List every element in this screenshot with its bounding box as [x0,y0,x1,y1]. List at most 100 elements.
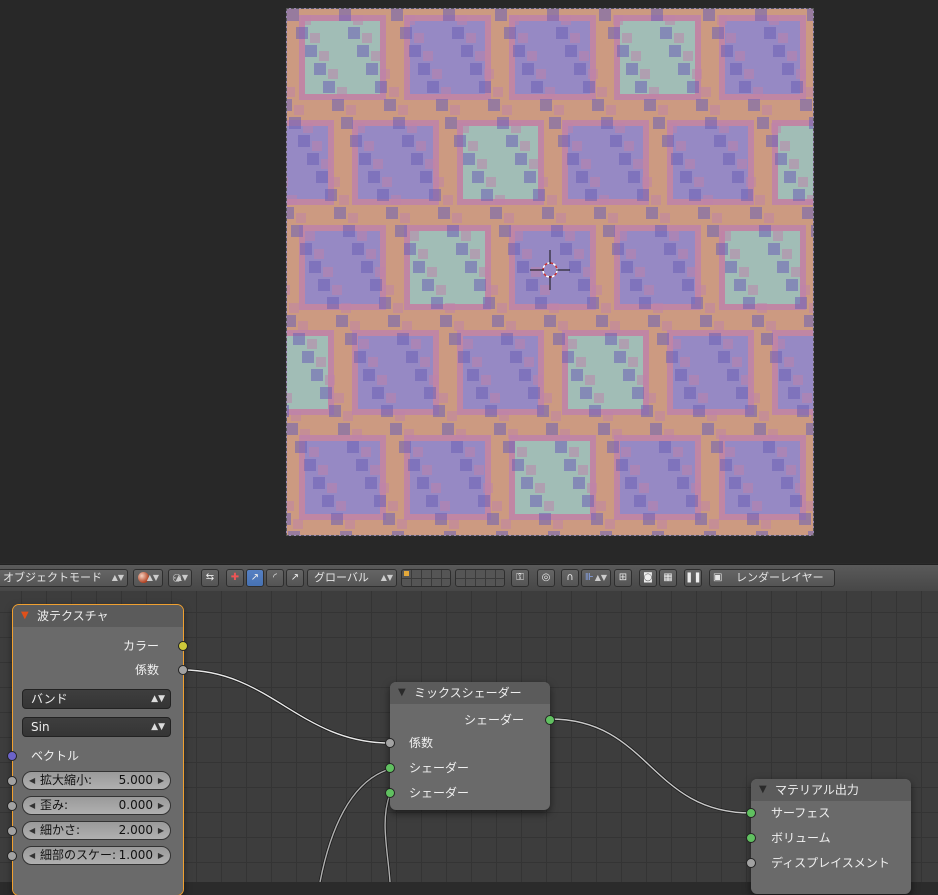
updown-icon: ▲▼ [146,573,159,582]
decrement-arrow-icon[interactable]: ◀ [29,772,35,789]
input-vector-socket[interactable] [7,751,17,761]
3d-cursor-icon[interactable] [530,250,570,290]
mix-input-shader1-label: シェーダー [409,761,470,775]
scale-label: 拡大縮小: [40,773,93,787]
translate-icon[interactable]: ↗ [246,569,264,587]
updown-icon: ▲▼ [111,573,124,582]
scale-field[interactable]: ◀ 拡大縮小: 5.000 ▶ [22,771,171,790]
input-detail-scale-socket[interactable] [7,851,17,861]
mode-selector[interactable]: オブジェクトモード ▲▼ [0,569,128,587]
mix-input-shader2-label: シェーダー [409,786,470,800]
decrement-arrow-icon[interactable]: ◀ [29,847,35,864]
collapse-triangle-icon[interactable]: ▼ [398,682,406,704]
link-mix-to-surface [549,718,752,814]
surface-label: サーフェス [771,806,831,820]
snap-target-icon[interactable]: ⊞ [614,569,632,587]
detail-scale-field[interactable]: ◀ 細部のスケー: 1.000 ▶ [22,846,171,865]
detail-field[interactable]: ◀ 細かさ: 2.000 ▶ [22,821,171,840]
orientation-selector[interactable]: グローバル ▲▼ [307,569,397,587]
3d-viewport[interactable] [0,0,938,563]
increment-arrow-icon[interactable]: ▶ [158,822,164,839]
wave-texture-title: 波テクスチャ [37,609,109,623]
output-color-label: カラー [122,639,159,653]
wave-texture-node[interactable]: ▼ 波テクスチャ カラー 係数 バンド ▲▼ Sin ▲▼ ベクトル ◀ 拡大縮… [7,604,188,895]
detail-scale-value: 1.000 [118,848,153,862]
transform-widget-icon[interactable]: ✚ [226,569,244,587]
output-color-socket[interactable] [178,641,188,651]
wave-type-value: バンド [31,692,68,706]
displacement-label: ディスプレイスメント [771,856,890,870]
input-scale-socket[interactable] [7,776,17,786]
updown-icon: ▲▼ [151,694,165,704]
mix-input-shader2-socket[interactable] [385,788,395,798]
material-output-node[interactable]: ▼ マテリアル出力 サーフェス ボリューム ディスプレイスメント [746,779,911,894]
scale-icon[interactable]: ↗ [286,569,304,587]
render-animation-icon[interactable]: ▦ [659,569,677,587]
snap-magnet-icon[interactable]: ∩ [561,569,579,587]
snap-element-icon: ⊪ [585,572,594,583]
input-detail-socket[interactable] [7,826,17,836]
mode-label: オブジェクトモード [3,571,102,584]
link-shader-input-1 [319,768,391,882]
proportional-edit-icon[interactable]: ◎ [537,569,555,587]
lock-layers-icon[interactable]: ⚿ [511,569,529,587]
mix-input-factor-socket[interactable] [385,738,395,748]
detail-scale-label: 細部のスケー: [40,848,117,862]
render-layer-label: レンダーレイヤー [736,571,824,584]
updown-icon: ▲▼ [380,573,393,582]
distortion-value: 0.000 [118,798,153,812]
rotate-icon[interactable]: ◜ [266,569,284,587]
material-output-header[interactable]: ▼ マテリアル出力 [751,779,911,801]
snap-element-selector[interactable]: ⊪ ▲▼ [581,569,611,587]
render-still-icon[interactable]: ◙ [639,569,657,587]
input-distortion-socket[interactable] [7,801,17,811]
decrement-arrow-icon[interactable]: ◀ [29,822,35,839]
wave-profile-dropdown[interactable]: Sin ▲▼ [22,717,171,737]
input-vector-label: ベクトル [31,749,80,763]
collapse-triangle-icon[interactable]: ▼ [759,779,767,801]
updown-icon: ▲▼ [175,573,188,582]
mix-shader-node[interactable]: ▼ ミックスシェーダー シェーダー 係数 シェーダー シェーダー [385,682,555,810]
viewport-header: オブジェクトモード ▲▼ ▲▼ ⚇ ▲▼ ⇆ ✚ ↗ ◜ ↗ グローバル ▲▼ … [0,564,938,592]
shading-selector[interactable]: ▲▼ [133,569,163,587]
mix-output-shader-socket[interactable] [545,715,555,725]
mix-input-factor-label: 係数 [409,736,434,750]
displacement-socket[interactable] [746,858,756,868]
render-layer-selector[interactable]: ▣ レンダーレイヤー [709,569,835,587]
scene-layers-1[interactable] [401,569,451,587]
decrement-arrow-icon[interactable]: ◀ [29,797,35,814]
scene-layers-2[interactable] [455,569,505,587]
increment-arrow-icon[interactable]: ▶ [158,797,164,814]
distortion-field[interactable]: ◀ 歪み: 0.000 ▶ [22,796,171,815]
wave-texture-header[interactable]: ▼ 波テクスチャ [13,605,183,627]
material-output-title: マテリアル出力 [775,783,859,797]
surface-socket[interactable] [746,808,756,818]
volume-socket[interactable] [746,833,756,843]
wave-type-dropdown[interactable]: バンド ▲▼ [22,689,171,709]
collapse-triangle-icon[interactable]: ▼ [21,605,29,627]
detail-label: 細かさ: [40,823,81,837]
volume-label: ボリューム [771,831,831,845]
link-factor-to-mix [182,669,391,744]
render-layer-icon: ▣ [713,572,723,583]
detail-value: 2.000 [118,823,153,837]
manipulator-toggle-icon[interactable]: ⇆ [201,569,219,587]
distortion-label: 歪み: [40,798,69,812]
active-layer-indicator [404,571,409,576]
node-editor[interactable]: ▼ 波テクスチャ カラー 係数 バンド ▲▼ Sin ▲▼ ベクトル ◀ 拡大縮… [0,591,938,895]
pause-icon[interactable]: ❚❚ [684,569,702,587]
mix-input-shader1-socket[interactable] [385,763,395,773]
updown-icon: ▲▼ [151,722,165,732]
orientation-label: グローバル [314,571,369,584]
output-factor-label: 係数 [134,663,159,677]
increment-arrow-icon[interactable]: ▶ [158,847,164,864]
output-factor-socket[interactable] [178,665,188,675]
pivot-selector[interactable]: ⚇ ▲▼ [168,569,192,587]
scale-value: 5.000 [118,773,153,787]
mix-output-label: シェーダー [463,713,524,727]
mix-shader-header[interactable]: ▼ ミックスシェーダー [390,682,550,704]
increment-arrow-icon[interactable]: ▶ [158,772,164,789]
mix-shader-title: ミックスシェーダー [414,686,522,700]
wave-profile-value: Sin [31,720,50,734]
updown-icon: ▲▼ [594,573,607,582]
